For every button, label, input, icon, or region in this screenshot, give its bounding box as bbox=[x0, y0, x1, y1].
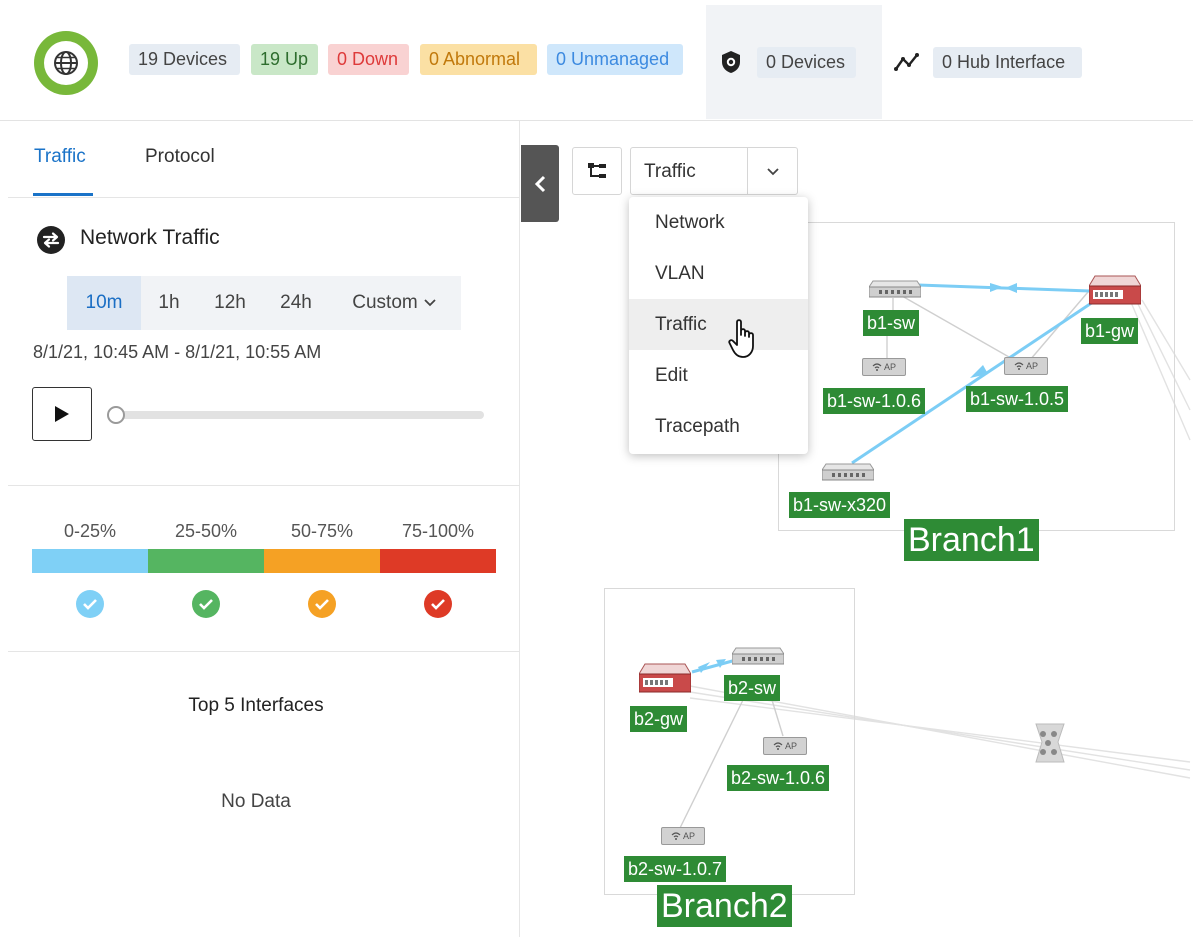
layout-tree-button[interactable] bbox=[572, 147, 622, 195]
chevron-left-icon bbox=[534, 175, 546, 192]
access-point-icon[interactable]: AP bbox=[1004, 357, 1048, 375]
device-label-b1-sw[interactable]: b1-sw bbox=[863, 310, 920, 336]
branch2-group-box[interactable] bbox=[604, 588, 855, 895]
device-label-b2-gw[interactable]: b2-gw bbox=[630, 706, 688, 732]
switch-icon[interactable] bbox=[868, 279, 922, 304]
select-divider bbox=[747, 148, 748, 194]
menu-item-traffic[interactable]: Traffic bbox=[629, 299, 808, 350]
switch-icon[interactable] bbox=[731, 646, 785, 671]
menu-item-edit[interactable]: Edit bbox=[629, 350, 808, 401]
view-mode-menu: Network VLAN Traffic Edit Tracepath bbox=[629, 197, 808, 454]
access-point-icon[interactable]: AP bbox=[763, 737, 807, 755]
hub-switch-icon[interactable] bbox=[1030, 722, 1070, 769]
device-label-b1-sw-1-0-6[interactable]: b1-sw-1.0.6 bbox=[823, 388, 926, 414]
device-label-b1-sw-x320[interactable]: b1-sw-x320 bbox=[789, 492, 891, 518]
branch1-group-label[interactable]: Branch1 bbox=[904, 519, 1039, 561]
chevron-down-icon bbox=[767, 168, 779, 176]
menu-item-vlan[interactable]: VLAN bbox=[629, 248, 808, 299]
branch2-group-label[interactable]: Branch2 bbox=[657, 885, 792, 927]
collapse-panel-button[interactable] bbox=[521, 145, 559, 222]
gateway-icon[interactable] bbox=[1088, 274, 1142, 313]
device-label-b2-sw-1-0-6[interactable]: b2-sw-1.0.6 bbox=[727, 765, 830, 791]
menu-item-tracepath[interactable]: Tracepath bbox=[629, 401, 808, 452]
access-point-icon[interactable]: AP bbox=[862, 358, 906, 376]
switch-icon[interactable] bbox=[821, 462, 875, 487]
device-label-b1-gw[interactable]: b1-gw bbox=[1081, 318, 1139, 344]
device-label-b2-sw-1-0-7[interactable]: b2-sw-1.0.7 bbox=[624, 856, 727, 882]
view-mode-value: Traffic bbox=[644, 161, 696, 182]
access-point-icon[interactable]: AP bbox=[661, 827, 705, 845]
gateway-icon[interactable] bbox=[638, 662, 692, 701]
hierarchy-icon bbox=[588, 163, 606, 178]
device-label-b2-sw[interactable]: b2-sw bbox=[724, 675, 781, 701]
view-mode-select[interactable]: Traffic bbox=[630, 147, 798, 195]
hand-pointer-icon bbox=[728, 318, 760, 365]
menu-item-network[interactable]: Network bbox=[629, 197, 808, 248]
device-label-b1-sw-1-0-5[interactable]: b1-sw-1.0.5 bbox=[966, 386, 1069, 412]
